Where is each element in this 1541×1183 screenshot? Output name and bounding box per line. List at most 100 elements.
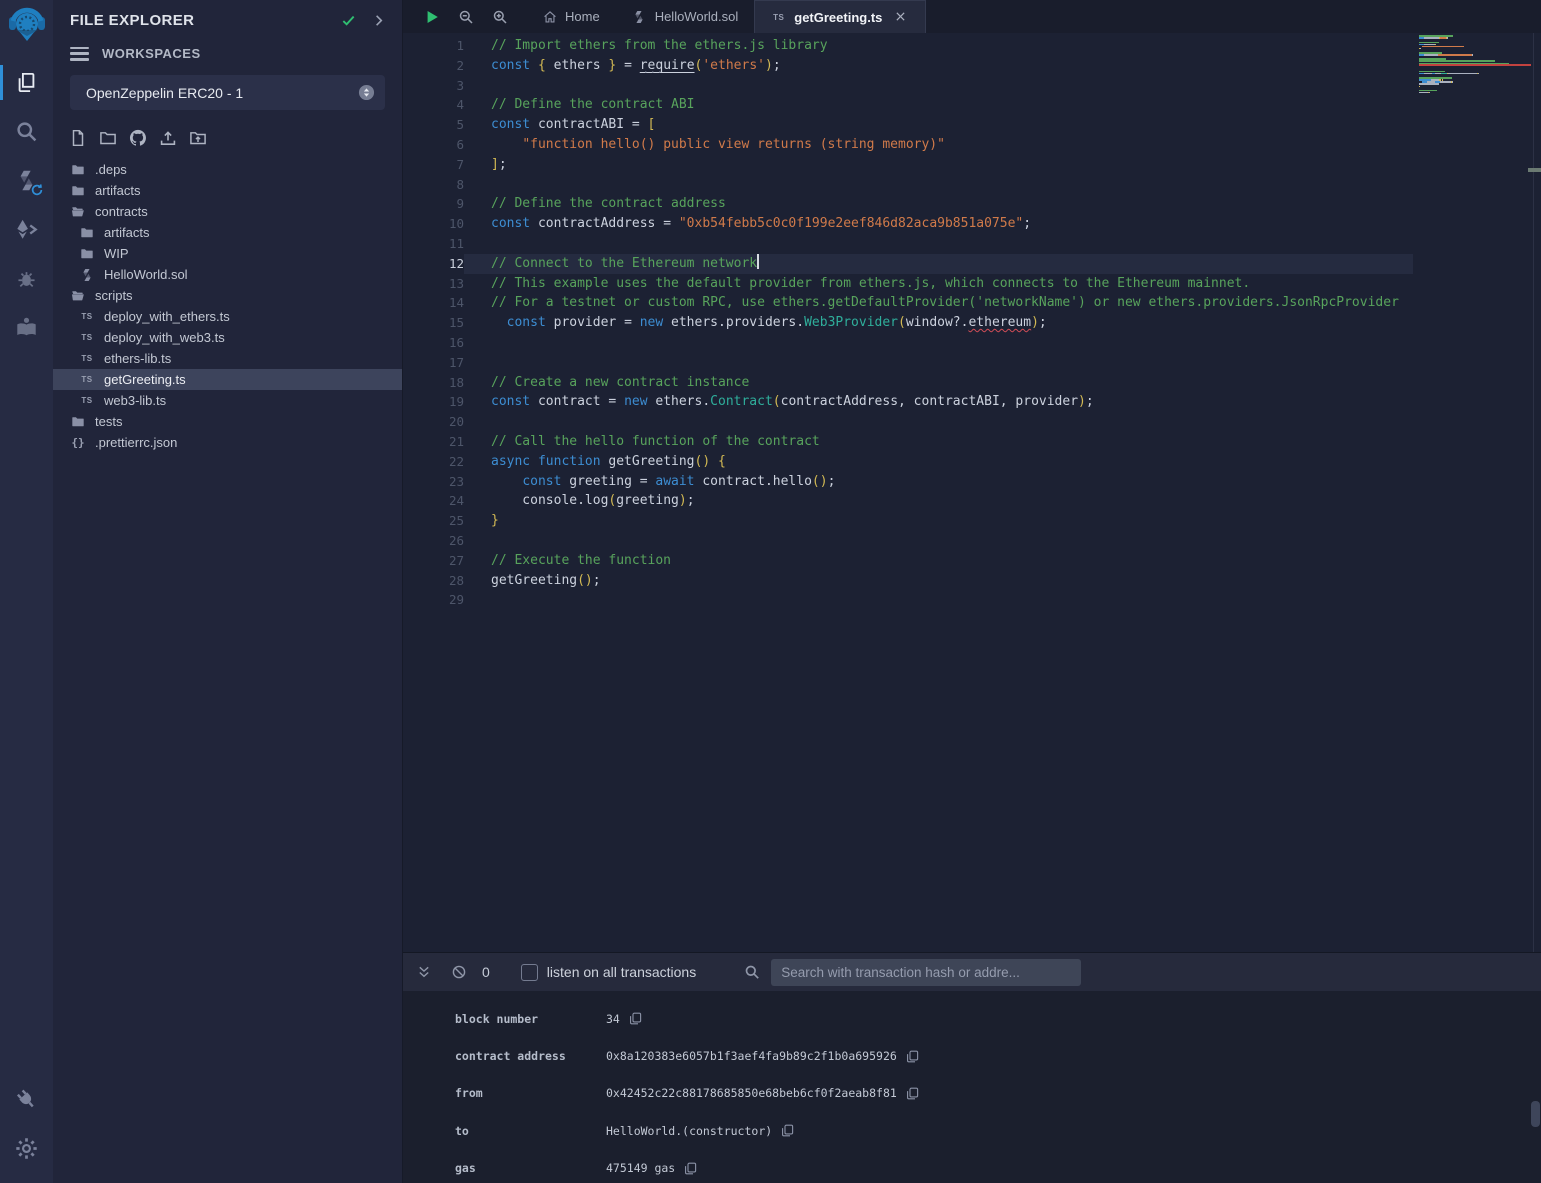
code-text[interactable]: // Connect to the Ethereum network — [464, 254, 1413, 274]
code-text[interactable] — [464, 353, 1413, 373]
zoom-out-icon[interactable] — [457, 8, 474, 25]
solidity-compiler-icon[interactable] — [0, 156, 53, 205]
file-explorer-icon[interactable] — [0, 58, 53, 107]
close-icon[interactable] — [894, 10, 909, 25]
detail-key: from — [403, 1086, 606, 1100]
code-editor[interactable]: 1// Import ethers from the ethers.js lib… — [403, 33, 1541, 952]
code-text[interactable]: // Create a new contract instance — [464, 373, 1413, 393]
code-text[interactable]: // For a testnet or custom RPC, use ethe… — [464, 293, 1413, 313]
ts-icon: TS — [79, 330, 95, 346]
copy-icon[interactable] — [781, 1124, 794, 1137]
code-text[interactable]: const greeting = await contract.hello(); — [464, 472, 1413, 492]
copy-icon[interactable] — [684, 1162, 697, 1175]
tree-item--prettierrc-json[interactable]: {}.prettierrc.json — [53, 432, 402, 453]
code-text[interactable] — [464, 531, 1413, 551]
code-line: 1// Import ethers from the ethers.js lib… — [403, 36, 1413, 56]
remix-logo-icon[interactable] — [0, 0, 53, 50]
code-text[interactable]: async function getGreeting() { — [464, 452, 1413, 472]
code-text[interactable] — [464, 412, 1413, 432]
tree-item-tests[interactable]: tests — [53, 411, 402, 432]
new-folder-icon[interactable] — [98, 128, 117, 147]
search-icon[interactable] — [0, 107, 53, 156]
code-text[interactable]: // Define the contract ABI — [464, 95, 1413, 115]
code-text[interactable] — [464, 333, 1413, 353]
plugin-manager-icon[interactable] — [0, 1075, 53, 1124]
workspace-dropdown[interactable]: OpenZeppelin ERC20 - 1 — [70, 75, 385, 110]
code-text[interactable]: // This example uses the default provide… — [464, 274, 1413, 294]
text-cursor — [757, 254, 759, 269]
tab-home[interactable]: Home — [526, 0, 616, 33]
code-text[interactable]: "function hello() public view returns (s… — [464, 135, 1413, 155]
debugger-icon[interactable] — [0, 254, 53, 303]
line-number: 2 — [403, 56, 464, 76]
tree-item--deps[interactable]: .deps — [53, 159, 402, 180]
collapse-chevron-icon[interactable] — [368, 10, 388, 30]
copy-icon[interactable] — [629, 1012, 642, 1025]
tree-item-artifacts[interactable]: artifacts — [53, 222, 402, 243]
tree-item-getgreeting-ts[interactable]: TSgetGreeting.ts — [53, 369, 402, 390]
file-actions-row — [53, 116, 402, 155]
code-text[interactable] — [464, 590, 1413, 610]
code-text[interactable]: } — [464, 511, 1413, 531]
line-number: 22 — [403, 452, 464, 472]
listen-transactions-checkbox[interactable] — [521, 964, 538, 981]
zoom-in-icon[interactable] — [491, 8, 508, 25]
tree-item-artifacts[interactable]: artifacts — [53, 180, 402, 201]
code-text[interactable] — [464, 76, 1413, 96]
code-text[interactable] — [464, 234, 1413, 254]
code-text[interactable] — [464, 175, 1413, 195]
code-text[interactable]: const contractAddress = "0xb54febb5c0c0f… — [464, 214, 1413, 234]
listen-transactions-label[interactable]: listen on all transactions — [547, 964, 696, 980]
line-number: 14 — [403, 293, 464, 313]
tree-item-helloworld-sol[interactable]: HelloWorld.sol — [53, 264, 402, 285]
tab-helloworld-sol[interactable]: HelloWorld.sol — [616, 0, 755, 33]
code-text[interactable]: const contractABI = [ — [464, 115, 1413, 135]
detail-value: 34 — [606, 1012, 642, 1026]
transaction-detail-row: block number34 — [403, 1000, 1541, 1037]
run-script-button[interactable] — [423, 8, 440, 25]
tree-item-label: getGreeting.ts — [104, 372, 186, 387]
clone-github-icon[interactable] — [128, 128, 147, 147]
workspace-name: OpenZeppelin ERC20 - 1 — [86, 85, 358, 101]
workspaces-menu-icon[interactable] — [70, 47, 89, 61]
code-text[interactable]: const { ethers } = require('ethers'); — [464, 56, 1413, 76]
code-text[interactable]: // Execute the function — [464, 551, 1413, 571]
line-number: 21 — [403, 432, 464, 452]
code-text[interactable]: const provider = new ethers.providers.We… — [464, 313, 1413, 333]
upload-file-icon[interactable] — [158, 128, 177, 147]
tree-item-scripts[interactable]: scripts — [53, 285, 402, 306]
settings-icon[interactable] — [0, 1124, 53, 1173]
code-text[interactable]: ]; — [464, 155, 1413, 175]
tree-item-ethers-lib-ts[interactable]: TSethers-lib.ts — [53, 348, 402, 369]
minimap[interactable] — [1419, 35, 1531, 96]
code-text[interactable]: // Call the hello function of the contra… — [464, 432, 1413, 452]
new-file-icon[interactable] — [68, 128, 87, 147]
code-text[interactable]: // Define the contract address — [464, 194, 1413, 214]
panel-title: FILE EXPLORER — [70, 12, 328, 29]
tree-item-contracts[interactable]: contracts — [53, 201, 402, 222]
tree-item-deploy-with-web3-ts[interactable]: TSdeploy_with_web3.ts — [53, 327, 402, 348]
transaction-detail-row: from0x42452c22c88178685850e68beb6cf0f2ae… — [403, 1075, 1541, 1112]
code-text[interactable]: const contract = new ethers.Contract(con… — [464, 392, 1413, 412]
upload-folder-icon[interactable] — [188, 128, 207, 147]
tab-getgreeting-ts[interactable]: TSgetGreeting.ts — [754, 0, 926, 33]
code-text[interactable]: // Import ethers from the ethers.js libr… — [464, 36, 1413, 56]
tree-item-deploy-with-ethers-ts[interactable]: TSdeploy_with_ethers.ts — [53, 306, 402, 327]
code-line: 20 — [403, 412, 1413, 432]
tree-item-web3-lib-ts[interactable]: TSweb3-lib.ts — [53, 390, 402, 411]
code-line: 6 "function hello() public view returns … — [403, 135, 1413, 155]
clear-console-icon[interactable] — [450, 963, 468, 981]
tree-item-wip[interactable]: WIP — [53, 243, 402, 264]
accept-check-icon[interactable] — [338, 10, 358, 30]
copy-icon[interactable] — [906, 1087, 919, 1100]
code-text[interactable]: console.log(greeting); — [464, 491, 1413, 511]
terminal-scrollbar-thumb[interactable] — [1531, 1101, 1540, 1127]
copy-icon[interactable] — [906, 1050, 919, 1063]
learneth-icon[interactable] — [0, 303, 53, 352]
deploy-and-run-icon[interactable] — [0, 205, 53, 254]
code-line: 7]; — [403, 155, 1413, 175]
terminal-search-input[interactable] — [771, 959, 1081, 986]
detail-key: to — [403, 1124, 606, 1138]
expand-terminal-icon[interactable] — [415, 963, 433, 981]
code-text[interactable]: getGreeting(); — [464, 571, 1413, 591]
